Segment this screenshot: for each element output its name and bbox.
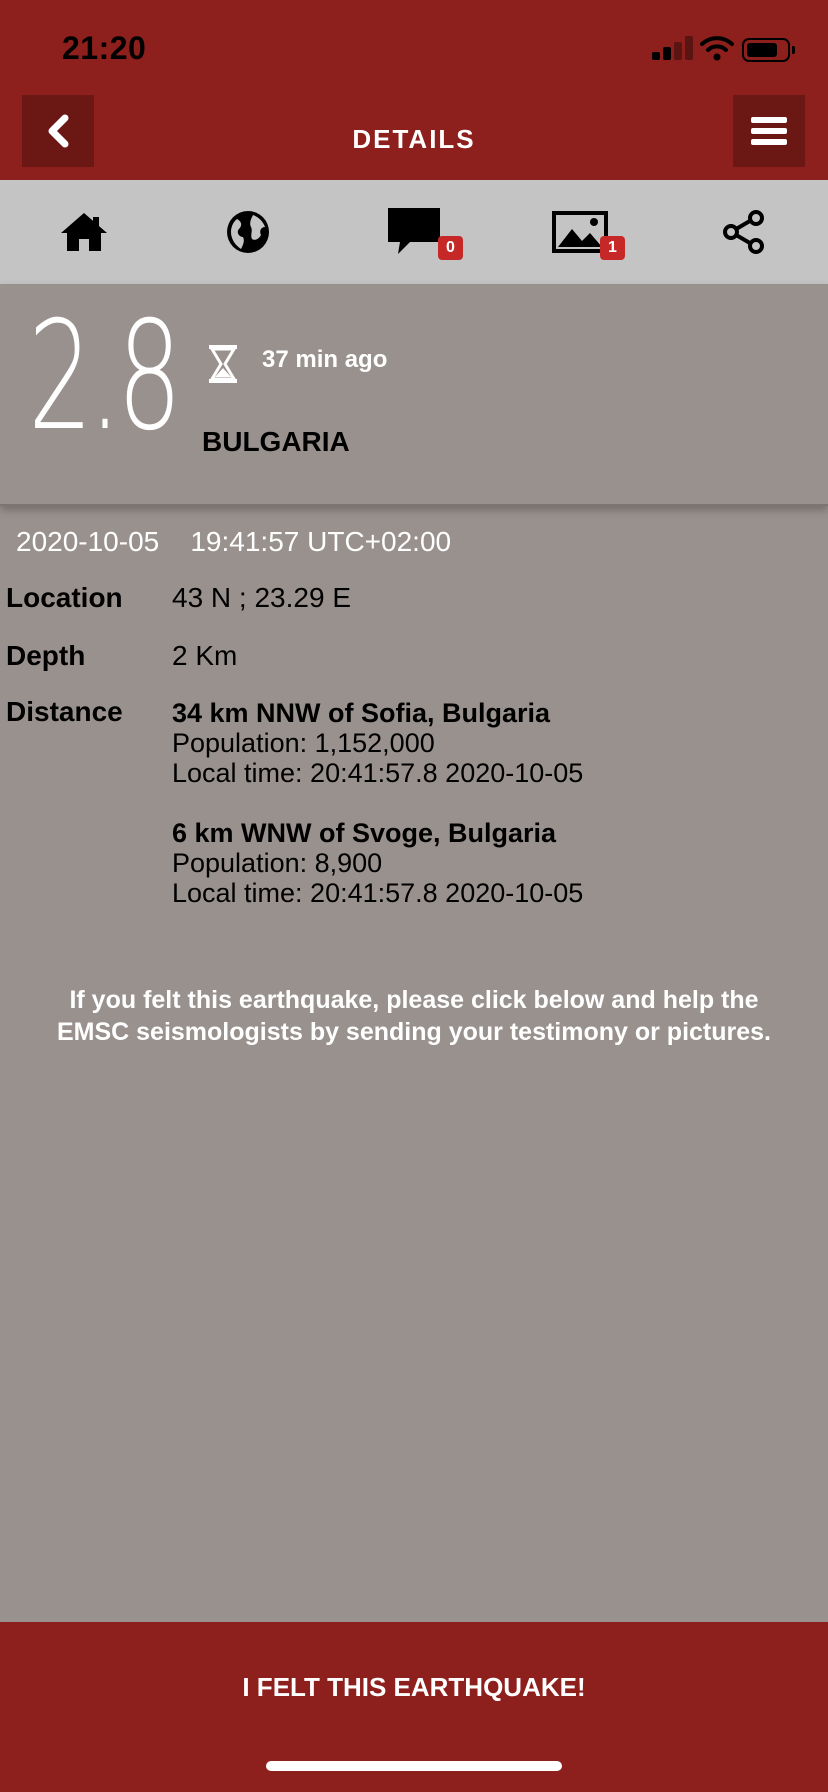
status-bar: 21:20 — [0, 0, 828, 86]
pictures-count-badge: 1 — [600, 236, 625, 260]
distance-title: 34 km NNW of Sofia, Bulgaria — [172, 698, 551, 728]
share-tab[interactable] — [714, 206, 774, 258]
distance-label: Distance — [6, 696, 123, 727]
felt-earthquake-label: I FELT THIS EARTHQUAKE! — [242, 1672, 586, 1702]
region-name: BULGARIA — [202, 426, 350, 457]
distance-item: 34 km NNW of Sofia, Bulgaria Population:… — [172, 698, 583, 788]
detail-toolbar: 0 1 — [0, 180, 828, 284]
depth-label: Depth — [6, 640, 86, 671]
home-icon — [61, 213, 107, 251]
comment-icon — [388, 208, 440, 254]
app-header: DETAILS — [0, 86, 828, 180]
share-icon — [723, 210, 764, 254]
wifi-icon — [700, 36, 734, 61]
origin-time: 19:41:57 — [190, 526, 300, 557]
depth-value: 2 Km — [172, 640, 238, 671]
globe-tab[interactable] — [218, 206, 278, 258]
hamburger-menu-icon — [751, 117, 787, 145]
pictures-tab[interactable]: 1 — [550, 206, 625, 260]
distance-local-time: Local time: 20:41:57.8 2020-10-05 — [172, 758, 584, 788]
origin-timezone: UTC+02:00 — [307, 526, 452, 557]
origin-datetime: 2020-10-05 19:41:57 UTC+02:00 — [16, 526, 451, 558]
distance-title: 6 km WNW of Svoge, Bulgaria — [172, 818, 557, 848]
earthquake-details-screen: 21:20 DETAILS 0 1 2.8 37 min ago BULGARI… — [0, 0, 828, 1792]
home-indicator — [266, 1761, 562, 1771]
comments-count-badge: 0 — [438, 236, 463, 260]
distance-item: 6 km WNW of Svoge, Bulgaria Population: … — [172, 818, 583, 908]
distance-population: Population: 8,900 — [172, 848, 383, 878]
globe-icon — [227, 211, 269, 253]
time-ago: 37 min ago — [262, 346, 388, 373]
menu-button[interactable] — [733, 95, 805, 167]
comments-tab[interactable]: 0 — [384, 206, 463, 260]
cellular-signal-icon — [652, 36, 696, 60]
location-value: 43 N ; 23.29 E — [172, 582, 352, 613]
invitation-line: EMSC seismologists by sending your testi… — [56, 1018, 772, 1046]
testimony-invitation: If you felt this earthquake, please clic… — [10, 984, 818, 1048]
distance-population: Population: 1,152,000 — [172, 728, 435, 758]
location-label: Location — [6, 582, 123, 613]
hourglass-icon — [209, 345, 237, 383]
invitation-line: If you felt this earthquake, please clic… — [69, 986, 759, 1014]
battery-icon — [742, 38, 795, 62]
origin-date: 2020-10-05 — [16, 526, 160, 557]
home-tab[interactable] — [54, 206, 114, 258]
quake-summary: 2.8 37 min ago BULGARIA — [0, 284, 828, 506]
distance-local-time: Local time: 20:41:57.8 2020-10-05 — [172, 878, 584, 908]
magnitude-value: 2.8 — [28, 290, 182, 464]
page-title: DETAILS — [352, 124, 476, 154]
status-time: 21:20 — [62, 30, 147, 66]
